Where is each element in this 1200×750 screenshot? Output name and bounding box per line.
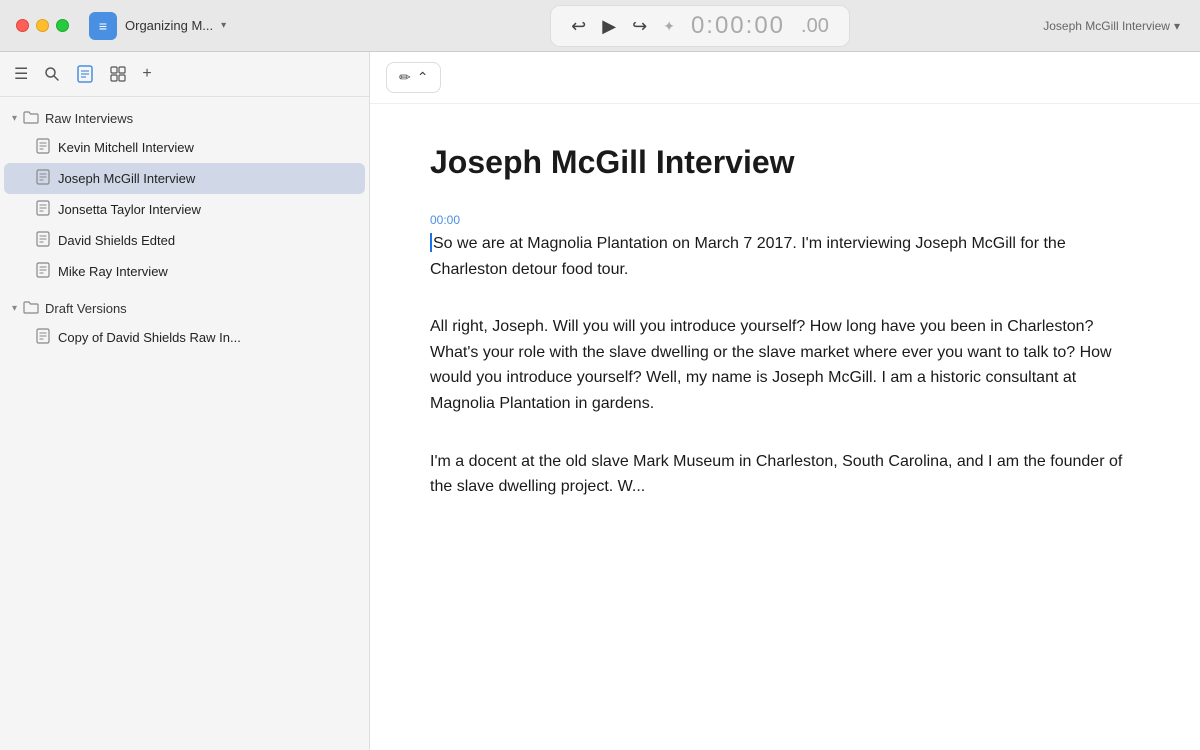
sidebar: ☰ bbox=[0, 52, 370, 750]
effects-button[interactable]: ✦ bbox=[663, 18, 675, 35]
sidebar-grid-view-button[interactable] bbox=[108, 64, 128, 84]
transcript-block-0: 00:00 So we are at Magnolia Plantation o… bbox=[430, 213, 1140, 282]
folder-draft-versions[interactable]: ▾ Draft Versions bbox=[0, 295, 369, 322]
doc-kevin-mitchell-label: Kevin Mitchell Interview bbox=[58, 140, 194, 155]
doc-icon-joseph-mcgill bbox=[36, 169, 50, 188]
current-doc-dropdown[interactable]: ▾ bbox=[1174, 19, 1180, 33]
folder-svg-icon bbox=[23, 300, 39, 314]
folder-icon-raw-interviews bbox=[23, 110, 39, 127]
edit-icon: ✏ bbox=[399, 69, 411, 86]
main-content: ☰ bbox=[0, 52, 1200, 750]
doc-mike-ray[interactable]: Mike Ray Interview bbox=[4, 256, 365, 287]
doc-jonsetta-taylor-label: Jonsetta Taylor Interview bbox=[58, 202, 201, 217]
sidebar-search-button[interactable] bbox=[42, 64, 62, 84]
timecode-display: 0:00:00 bbox=[691, 12, 785, 40]
sidebar-doc-view-button[interactable] bbox=[74, 63, 96, 85]
forward-icon: ↪ bbox=[632, 16, 647, 37]
forward-button[interactable]: ↪ bbox=[632, 16, 647, 37]
grid-icon bbox=[110, 66, 126, 82]
doc-david-shields[interactable]: David Shields Edted bbox=[4, 225, 365, 256]
transcript-text-1[interactable]: All right, Joseph. Will you will you int… bbox=[430, 314, 1140, 416]
app-icon: ≡ bbox=[89, 12, 117, 40]
doc-svg-icon bbox=[36, 200, 50, 216]
app-icon-symbol: ≡ bbox=[99, 18, 107, 34]
editor-mode-button[interactable]: ✏ ⌃ bbox=[386, 62, 441, 93]
editor-area: ✏ ⌃ Joseph McGill Interview 00:00 So we … bbox=[370, 52, 1200, 750]
doc-jonsetta-taylor[interactable]: Jonsetta Taylor Interview bbox=[4, 194, 365, 225]
traffic-lights bbox=[0, 19, 85, 32]
timecode-block-0: 00:00 bbox=[430, 213, 1140, 227]
doc-kevin-mitchell[interactable]: Kevin Mitchell Interview bbox=[4, 132, 365, 163]
doc-copy-david-shields-label: Copy of David Shields Raw In... bbox=[58, 330, 241, 345]
play-icon: ▶ bbox=[602, 16, 616, 37]
doc-title: Joseph McGill Interview bbox=[430, 144, 1140, 181]
doc-icon-jonsetta-taylor bbox=[36, 200, 50, 219]
app-title-dropdown[interactable]: ▾ bbox=[221, 20, 226, 31]
doc-david-shields-label: David Shields Edted bbox=[58, 233, 175, 248]
folder-svg-icon bbox=[23, 110, 39, 124]
transcript-block-1: All right, Joseph. Will you will you int… bbox=[430, 314, 1140, 416]
maximize-button[interactable] bbox=[56, 19, 69, 32]
folder-chevron-draft-versions: ▾ bbox=[12, 303, 17, 314]
mode-toggle-icon: ⌃ bbox=[417, 69, 429, 86]
editor-toolbar: ✏ ⌃ bbox=[370, 52, 1200, 104]
doc-icon-kevin-mitchell bbox=[36, 138, 50, 157]
doc-copy-david-shields[interactable]: Copy of David Shields Raw In... bbox=[4, 322, 365, 353]
doc-icon-mike-ray bbox=[36, 262, 50, 281]
sidebar-menu-button[interactable]: ☰ bbox=[12, 62, 30, 86]
sidebar-tree: ▾ Raw Interviews bbox=[0, 97, 369, 750]
folder-raw-interviews-label: Raw Interviews bbox=[45, 111, 133, 126]
app-title: Organizing M... bbox=[125, 18, 213, 33]
current-doc-label: Joseph McGill Interview ▾ bbox=[1043, 0, 1180, 52]
doc-svg-icon bbox=[36, 262, 50, 278]
folder-chevron-raw-interviews: ▾ bbox=[12, 113, 17, 124]
rewind-icon: ↩ bbox=[571, 16, 586, 37]
doc-mike-ray-label: Mike Ray Interview bbox=[58, 264, 168, 279]
doc-svg-icon bbox=[36, 231, 50, 247]
doc-svg-icon bbox=[36, 138, 50, 154]
close-button[interactable] bbox=[16, 19, 29, 32]
editor-content[interactable]: Joseph McGill Interview 00:00 So we are … bbox=[370, 104, 1200, 750]
minimize-button[interactable] bbox=[36, 19, 49, 32]
current-doc-name: Joseph McGill Interview bbox=[1043, 19, 1170, 33]
folder-icon-draft-versions bbox=[23, 300, 39, 317]
transcript-block-2: I'm a docent at the old slave Mark Museu… bbox=[430, 449, 1140, 500]
sidebar-toolbar: ☰ bbox=[0, 52, 369, 97]
transcript-text-2[interactable]: I'm a docent at the old slave Mark Museu… bbox=[430, 449, 1140, 500]
doc-svg-icon bbox=[36, 328, 50, 344]
timecode-ms: .00 bbox=[801, 15, 829, 38]
titlebar: ≡ Organizing M... ▾ ↩ ▶ ↪ ✦ 0:00:00 .00 J… bbox=[0, 0, 1200, 52]
sidebar-add-button[interactable]: + bbox=[140, 63, 153, 85]
transcript-text-0[interactable]: So we are at Magnolia Plantation on Marc… bbox=[430, 231, 1140, 282]
rewind-button[interactable]: ↩ bbox=[571, 16, 586, 37]
doc-icon-david-shields bbox=[36, 231, 50, 250]
search-icon bbox=[44, 66, 60, 82]
doc-joseph-mcgill[interactable]: Joseph McGill Interview bbox=[4, 163, 365, 194]
play-button[interactable]: ▶ bbox=[602, 16, 616, 37]
effects-icon: ✦ bbox=[663, 18, 675, 35]
doc-joseph-mcgill-label: Joseph McGill Interview bbox=[58, 171, 195, 186]
transport-controls: ↩ ▶ ↪ ✦ 0:00:00 .00 bbox=[550, 5, 850, 47]
doc-view-icon bbox=[76, 65, 94, 83]
doc-svg-icon bbox=[36, 169, 50, 185]
folder-draft-versions-label: Draft Versions bbox=[45, 301, 127, 316]
doc-icon-copy-david-shields bbox=[36, 328, 50, 347]
folder-raw-interviews[interactable]: ▾ Raw Interviews bbox=[0, 105, 369, 132]
text-cursor bbox=[430, 233, 432, 252]
